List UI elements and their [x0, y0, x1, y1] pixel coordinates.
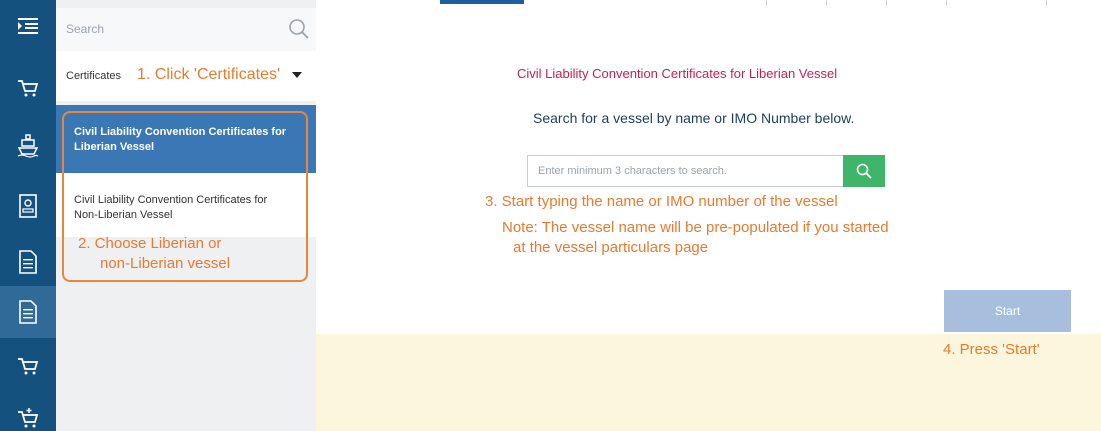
- vessel-search-button[interactable]: [843, 155, 885, 187]
- page-subtitle: Search for a vessel by name or IMO Numbe…: [533, 110, 855, 126]
- tab-divider: [826, 0, 827, 6]
- annotation-step1: 1. Click 'Certificates': [137, 66, 281, 83]
- page-title: Civil Liability Convention Certificates …: [517, 66, 838, 81]
- rail-cart-button[interactable]: [0, 62, 56, 114]
- main-content: Civil Liability Convention Certificates …: [316, 0, 1101, 431]
- panel-search-input[interactable]: Search: [66, 22, 104, 36]
- vessel-search-input[interactable]: Enter minimum 3 characters to search.: [527, 155, 844, 187]
- rail-id-button[interactable]: [0, 180, 56, 232]
- rail-cart-button-2[interactable]: [0, 340, 56, 392]
- annotation-step2-line1: 2. Choose Liberian or: [78, 235, 222, 252]
- panel-search[interactable]: Search: [56, 8, 316, 51]
- tab-divider: [1046, 0, 1047, 6]
- tab-divider: [886, 0, 887, 6]
- annotation-note-line2: at the vessel particulars page: [513, 239, 709, 256]
- menu-icon: [18, 18, 38, 34]
- rail-cart-plus-button[interactable]: [0, 392, 56, 431]
- ship-icon: [17, 134, 39, 158]
- active-tab-indicator: [440, 0, 524, 4]
- start-button[interactable]: Start: [944, 290, 1071, 332]
- annotation-step4: 4. Press 'Start': [943, 341, 1040, 358]
- document-icon: [19, 250, 37, 274]
- document-icon: [19, 300, 37, 324]
- menu-button[interactable]: [0, 0, 56, 52]
- annotation-step3: 3. Start typing the name or IMO number o…: [485, 193, 838, 210]
- caret-down-icon[interactable]: [292, 72, 302, 78]
- id-card-icon: [19, 194, 37, 218]
- certificates-label: Certificates: [66, 70, 122, 82]
- vessel-search-placeholder: Enter minimum 3 characters to search.: [538, 165, 727, 177]
- rail-certificates-button[interactable]: [0, 286, 56, 338]
- search-icon[interactable]: [288, 18, 310, 40]
- tab-divider: [946, 0, 947, 6]
- cart-plus-icon: [18, 408, 39, 428]
- rail-document-button[interactable]: [0, 236, 56, 288]
- cart-icon: [18, 80, 39, 97]
- search-icon: [856, 163, 872, 179]
- rail-ship-button[interactable]: [0, 120, 56, 172]
- annotation-step2-line2: non-Liberian vessel: [100, 255, 231, 272]
- tab-divider: [766, 0, 767, 6]
- cart-icon: [18, 358, 39, 375]
- annotation-note-line1: Note: The vessel name will be pre-popula…: [502, 219, 889, 236]
- icon-rail: [0, 0, 56, 431]
